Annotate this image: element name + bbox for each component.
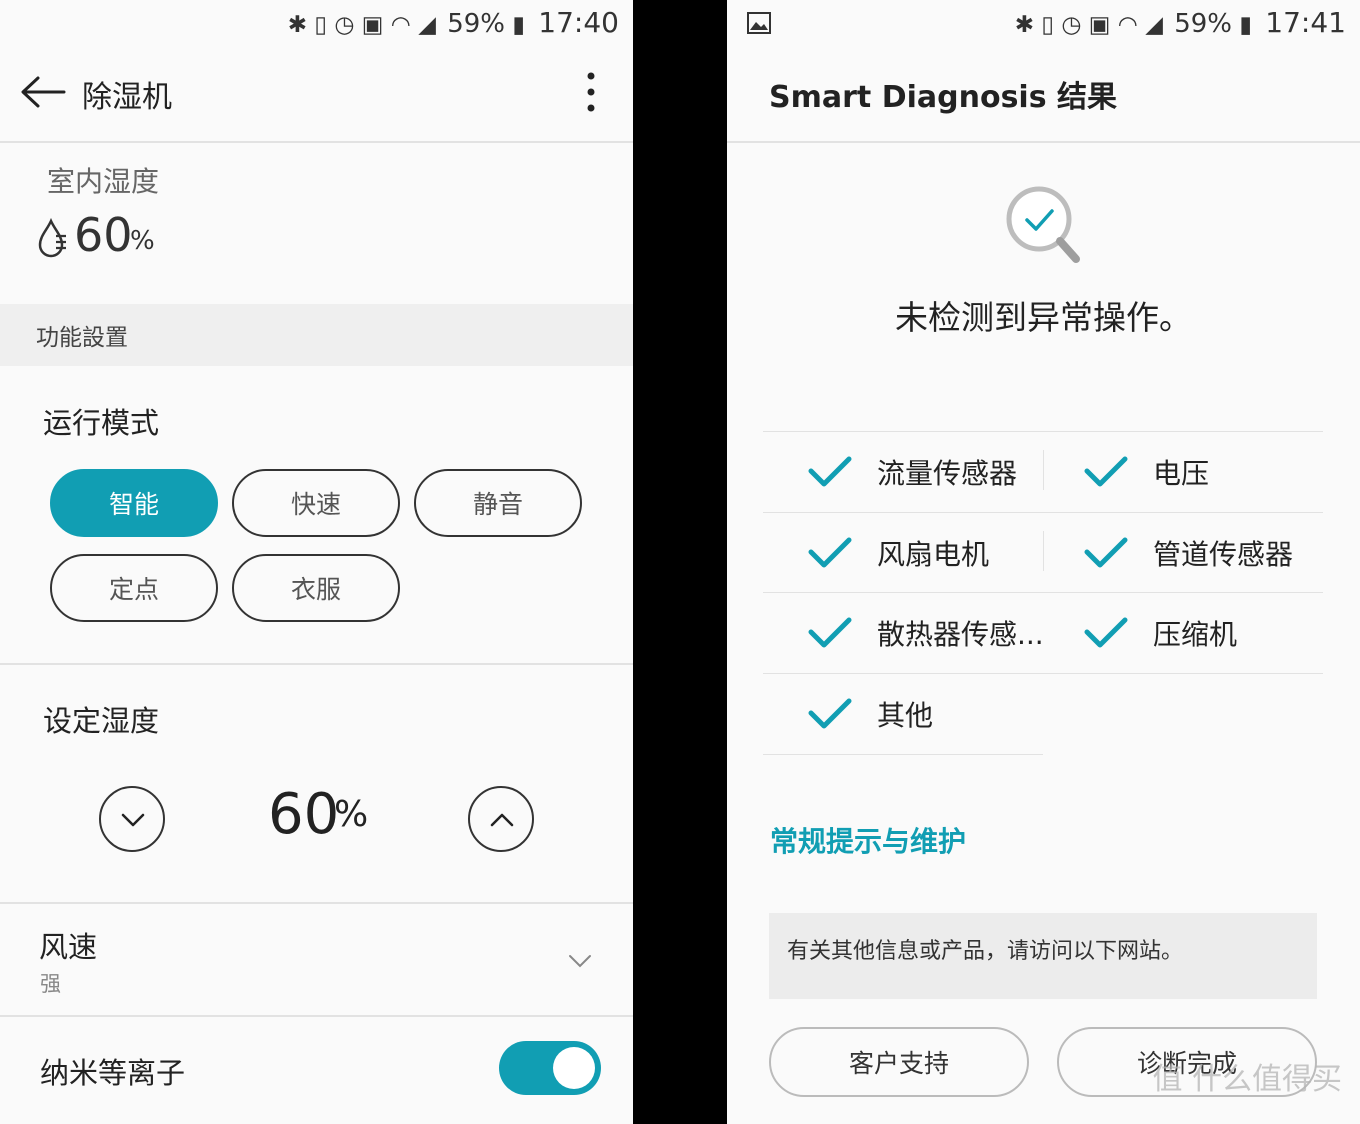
bluetooth-icon: ✱ [1014,12,1035,38]
vibrate-icon: ▯ [1041,12,1055,38]
fan-divider [0,1015,633,1017]
back-button[interactable] [18,72,68,112]
mode-divider [0,663,633,665]
humidity-decrease-button[interactable] [99,786,165,852]
check-label: 管道传感器 [1153,538,1294,571]
set-humidity-unit: % [334,794,369,835]
alarm-icon: ◷ [334,12,355,38]
operation-mode-heading: 运行模式 [43,406,160,440]
check-icon [1084,617,1128,648]
diagnosis-magnifier-check-icon [1006,186,1080,263]
grid-separator [1043,450,1044,490]
check-label: 风扇电机 [877,538,990,571]
grid-separator [1043,531,1044,571]
battery-percent: 59% [1174,9,1232,39]
section-title: 功能設置 [36,325,128,351]
info-text: 有关其他信息或产品，请访问以下网站。 [787,939,1184,964]
status-bar: ✱ ▯ ◷ ▣ ◠ ◢ 59% ▮ 17:40 [0,0,633,44]
grid-line [763,431,1323,432]
more-vertical-icon [587,72,595,112]
mode-option-clothes[interactable]: 衣服 [232,554,400,622]
humidity-drop-icon [38,218,66,258]
toggle-knob [553,1047,595,1089]
check-label: 流量传感器 [877,457,1018,490]
grid-line [763,673,1323,674]
grid-line [763,592,1323,593]
function-settings-header: 功能設置 [0,304,633,366]
status-icons: ✱ ▯ ◷ ▣ ◠ ◢ 59% ▮ 17:41 [1015,6,1346,39]
check-label: 压缩机 [1153,618,1238,651]
set-humidity-value: 60 [268,782,340,847]
set-humidity-readout: 60 % [268,782,388,852]
nano-ion-label: 纳米等离子 [40,1056,186,1090]
customer-support-button[interactable]: 客户支持 [769,1027,1029,1097]
check-icon [808,456,852,487]
bluetooth-icon: ✱ [287,12,308,38]
indoor-humidity-unit: % [130,226,155,256]
wifi-icon: ◠ [1117,12,1138,38]
mode-option-smart[interactable]: 智能 [50,469,218,537]
lock-icon: ▣ [361,12,384,38]
overflow-menu-button[interactable] [578,70,604,116]
battery-percent: 59% [447,9,505,39]
check-icon [808,617,852,648]
set-humidity-heading: 设定湿度 [43,704,160,738]
nano-ion-toggle[interactable] [499,1041,601,1095]
chevron-down-icon [121,813,145,827]
info-box: 有关其他信息或产品，请访问以下网站。 [769,913,1317,999]
battery-icon: ▮ [512,12,525,38]
watermark: 值 什么值得买 [1152,1062,1342,1097]
gallery-icon [747,12,771,34]
signal-icon: ◢ [1145,12,1163,38]
status-bar: ✱ ▯ ◷ ▣ ◠ ◢ 59% ▮ 17:41 [727,0,1360,44]
result-message: 未检测到异常操作。 [895,298,1192,337]
status-icons: ✱ ▯ ◷ ▣ ◠ ◢ 59% ▮ 17:40 [288,6,619,39]
humidity-increase-button[interactable] [468,786,534,852]
battery-icon: ▮ [1239,12,1252,38]
grid-line [763,512,1323,513]
indoor-humidity-value: 60 [74,208,133,262]
check-label: 其他 [877,699,934,732]
clock: 17:40 [538,6,619,39]
check-icon [1084,537,1128,568]
check-icon [808,698,852,729]
vibrate-icon: ▯ [314,12,328,38]
appbar-divider [727,141,1360,143]
indoor-humidity-label: 室内湿度 [47,165,160,198]
fan-speed-row[interactable]: 风速 强 [0,904,633,1014]
grid-line [763,754,1043,755]
check-icon [808,537,852,568]
check-label: 电压 [1153,457,1210,490]
dehumidifier-screen: ✱ ▯ ◷ ▣ ◠ ◢ 59% ▮ 17:40 除湿机 室内湿度 60 % 功能… [0,0,633,1124]
page-title: 除湿机 [82,80,172,115]
alarm-icon: ◷ [1061,12,1082,38]
clock: 17:41 [1265,6,1346,39]
check-label: 散热器传感... [877,618,1044,651]
wifi-icon: ◠ [390,12,411,38]
fan-speed-label: 风速 [39,930,98,964]
fan-speed-value: 强 [40,972,61,996]
chevron-down-icon [569,955,591,968]
smart-diagnosis-screen: ✱ ▯ ◷ ▣ ◠ ◢ 59% ▮ 17:41 Smart Diagnosis … [727,0,1360,1124]
chevron-up-icon [490,813,514,827]
lock-icon: ▣ [1088,12,1111,38]
page-title: Smart Diagnosis 结果 [769,80,1118,115]
mode-option-fixed[interactable]: 定点 [50,554,218,622]
check-icon [1084,456,1128,487]
arrow-left-icon [21,76,66,108]
tips-heading[interactable]: 常规提示与维护 [770,820,966,860]
mode-option-quiet[interactable]: 静音 [414,469,582,537]
appbar-divider [0,141,633,143]
mode-option-fast[interactable]: 快速 [232,469,400,537]
signal-icon: ◢ [418,12,436,38]
